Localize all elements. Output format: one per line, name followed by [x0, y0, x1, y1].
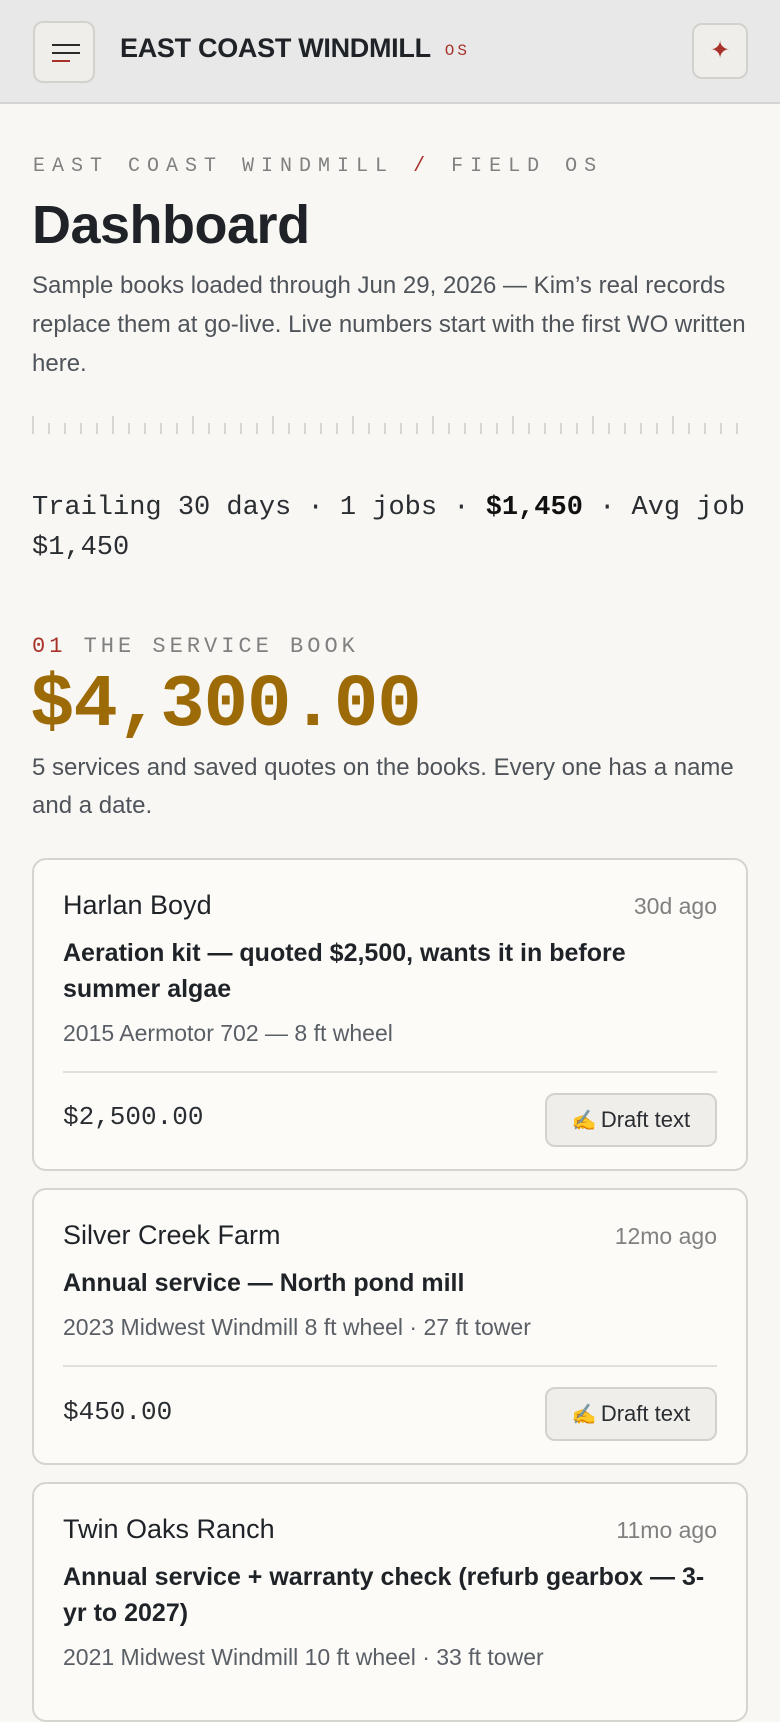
ruler-tick: [576, 423, 578, 434]
section-label: 01 THE SERVICE BOOK: [32, 634, 359, 659]
ruler-tick: [400, 423, 402, 434]
ruler-tick: [464, 423, 466, 434]
ruler-tick: [80, 423, 82, 434]
ruler-tick: [32, 416, 34, 434]
ruler-tick: [736, 423, 738, 434]
brand-name: EAST COAST WINDMILL: [120, 33, 431, 63]
top-bar: EAST COAST WINDMILL OS ✦: [0, 0, 780, 104]
ruler-tick: [544, 423, 546, 434]
trailing-revenue: $1,450: [485, 493, 583, 523]
card-divider: [63, 1365, 717, 1367]
ruler-tick: [272, 416, 274, 434]
card-age: 12mo ago: [614, 1223, 717, 1249]
ruler-tick: [352, 416, 354, 434]
equipment-detail: 2015 Aermotor 702 — 8 ft wheel: [63, 1020, 393, 1046]
service-card[interactable]: Silver Creek Farm 12mo ago Annual servic…: [32, 1188, 748, 1465]
ruler-tick: [48, 423, 50, 434]
ruler-tick: [320, 423, 322, 434]
ruler-tick: [416, 423, 418, 434]
ruler-tick: [224, 423, 226, 434]
writing-hand-icon: ✍️: [571, 1110, 597, 1132]
job-title: Annual service — North pond mill: [63, 1269, 465, 1297]
ruler-tick: [112, 416, 114, 434]
draft-text-label: Draft text: [600, 1401, 691, 1426]
ruler-tick: [720, 423, 722, 434]
ruler-tick: [160, 423, 162, 434]
breadcrumb-company: EAST COAST WINDMILL: [33, 155, 395, 178]
card-age: 11mo ago: [616, 1517, 717, 1543]
customer-name: Silver Creek Farm: [63, 1220, 281, 1250]
sparkle-icon: ✦: [709, 37, 731, 64]
page-title: Dashboard: [32, 195, 310, 255]
ruler-tick: [656, 423, 658, 434]
ruler-tick: [496, 423, 498, 434]
customer-name: Harlan Boyd: [63, 890, 212, 920]
job-title: Aeration kit — quoted $2,500, wants it i…: [63, 939, 626, 1003]
ruler-tick: [336, 423, 338, 434]
ruler-tick: [96, 423, 98, 434]
ruler-tick: [688, 423, 690, 434]
service-card[interactable]: Harlan Boyd 30d ago Aeration kit — quote…: [32, 858, 748, 1171]
ruler-tick: [480, 423, 482, 434]
section-number: 01: [32, 634, 67, 659]
ruler-tick: [288, 423, 290, 434]
ruler-tick: [144, 423, 146, 434]
card-amount: $2,500.00: [63, 1102, 204, 1132]
ruler-tick: [304, 423, 306, 434]
ruler-tick: [592, 416, 594, 434]
customer-name: Twin Oaks Ranch: [63, 1514, 275, 1544]
draft-text-label: Draft text: [600, 1107, 691, 1132]
ruler-tick: [672, 416, 674, 434]
assistant-button[interactable]: ✦: [692, 23, 748, 79]
job-title: Annual service + warranty check (refurb …: [63, 1563, 705, 1627]
ruler-tick: [128, 423, 130, 434]
ruler-tick: [240, 423, 242, 434]
service-book-total: $4,300.00: [30, 664, 422, 748]
ruler-tick: [256, 423, 258, 434]
ruler-tick: [64, 423, 66, 434]
draft-text-button[interactable]: ✍️ Draft text: [545, 1093, 717, 1147]
app-brand: EAST COAST WINDMILL OS: [120, 33, 470, 64]
ruler-tick: [192, 416, 194, 434]
ruler-tick: [528, 423, 530, 434]
ruler-tick: [624, 423, 626, 434]
ruler-tick: [560, 423, 562, 434]
decorative-ruler: [32, 414, 744, 434]
writing-hand-icon: ✍️: [571, 1404, 597, 1426]
ruler-tick: [512, 416, 514, 434]
card-amount: $450.00: [63, 1397, 173, 1427]
ruler-tick: [368, 423, 370, 434]
breadcrumb-separator: /: [413, 155, 433, 178]
service-card[interactable]: Twin Oaks Ranch 11mo ago Annual service …: [32, 1482, 748, 1722]
page-intro: Sample books loaded through Jun 29, 2026…: [32, 272, 746, 377]
trailing-prefix: Trailing 30 days · 1 jobs ·: [32, 493, 486, 523]
trailing-summary: Trailing 30 days · 1 jobs · $1,450 · Avg…: [32, 488, 757, 568]
ruler-tick: [704, 423, 706, 434]
service-book-note: 5 services and saved quotes on the books…: [32, 754, 734, 819]
equipment-detail: 2021 Midwest Windmill 10 ft wheel · 33 f…: [63, 1644, 544, 1670]
ruler-tick: [448, 423, 450, 434]
breadcrumb: EAST COAST WINDMILL / FIELD OS: [33, 155, 603, 178]
menu-button[interactable]: [33, 21, 95, 83]
ruler-tick: [432, 416, 434, 434]
ruler-tick: [176, 423, 178, 434]
draft-text-button[interactable]: ✍️ Draft text: [545, 1387, 717, 1441]
brand-suffix: OS: [444, 42, 470, 60]
ruler-tick: [384, 423, 386, 434]
section-title: THE SERVICE BOOK: [83, 634, 359, 659]
equipment-detail: 2023 Midwest Windmill 8 ft wheel · 27 ft…: [63, 1314, 531, 1340]
breadcrumb-section: FIELD OS: [451, 155, 604, 178]
ruler-tick: [640, 423, 642, 434]
card-age: 30d ago: [633, 893, 717, 919]
card-divider: [63, 1071, 717, 1073]
ruler-tick: [608, 423, 610, 434]
ruler-tick: [208, 423, 210, 434]
